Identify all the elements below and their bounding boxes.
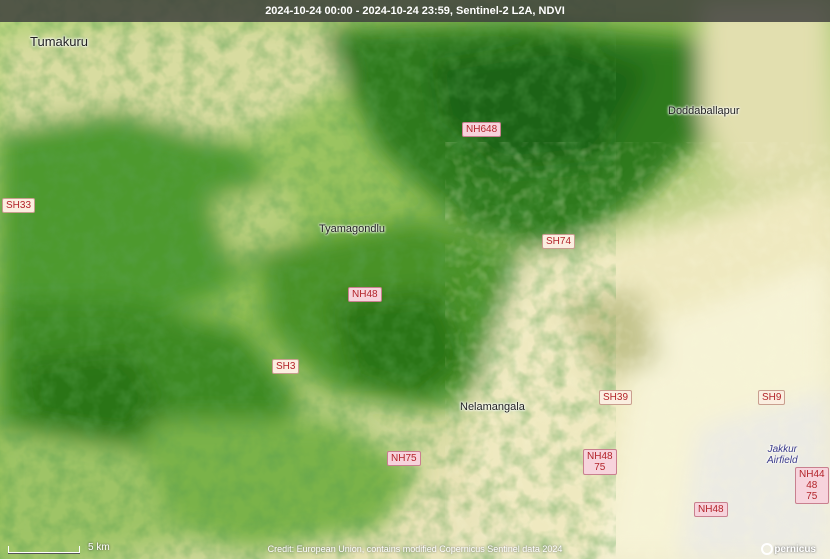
- road-shield-sh3: SH3: [272, 359, 300, 374]
- road-shield-sh33: SH33: [2, 198, 36, 213]
- place-nelamangala: Nelamangala: [460, 401, 525, 413]
- road-shield-nh75: NH75: [387, 451, 421, 466]
- copernicus-logo-icon: [761, 543, 774, 555]
- road-shield-sh9: SH9: [758, 390, 786, 405]
- road-shield-nh44-line3: 75: [806, 491, 818, 502]
- road-shield-nh48-75: NH48 75: [583, 449, 617, 475]
- vegetation-texture: [0, 0, 560, 559]
- road-shield-nh48-south: NH48: [694, 502, 728, 517]
- map-title-bar: 2024-10-24 00:00 - 2024-10-24 23:59, Sen…: [0, 0, 830, 22]
- ndvi-map[interactable]: [0, 0, 830, 559]
- place-tumakuru: Tumakuru: [30, 34, 89, 49]
- road-shield-nh44-line1: NH44: [799, 469, 825, 480]
- copernicus-logo: pernicus: [761, 543, 816, 555]
- road-shield-nh48-75-line2: 75: [594, 462, 606, 473]
- jakkur-line1: Jakkur: [767, 444, 798, 455]
- bare-texture: [480, 180, 830, 559]
- copernicus-logo-text: pernicus: [774, 543, 816, 555]
- map-title: 2024-10-24 00:00 - 2024-10-24 23:59, Sen…: [265, 5, 565, 17]
- road-shield-nh44-line2: 48: [806, 480, 818, 491]
- road-shield-sh74: SH74: [542, 234, 576, 249]
- road-shield-nh48-75-line1: NH48: [587, 451, 613, 462]
- road-shield-nh44-48-75: NH44 48 75: [795, 467, 829, 504]
- road-shield-nh648: NH648: [462, 122, 502, 137]
- place-tyamagondlu: Tyamagondlu: [319, 223, 386, 235]
- place-doddaballapur: Doddaballapur: [668, 105, 740, 117]
- road-shield-nh48: NH48: [348, 287, 382, 302]
- road-shield-sh39: SH39: [599, 390, 633, 405]
- attribution-credit: Credit: European Union, contains modifie…: [267, 544, 563, 554]
- place-jakkur-airfield: Jakkur Airfield: [767, 444, 798, 466]
- jakkur-line2: Airfield: [767, 455, 798, 466]
